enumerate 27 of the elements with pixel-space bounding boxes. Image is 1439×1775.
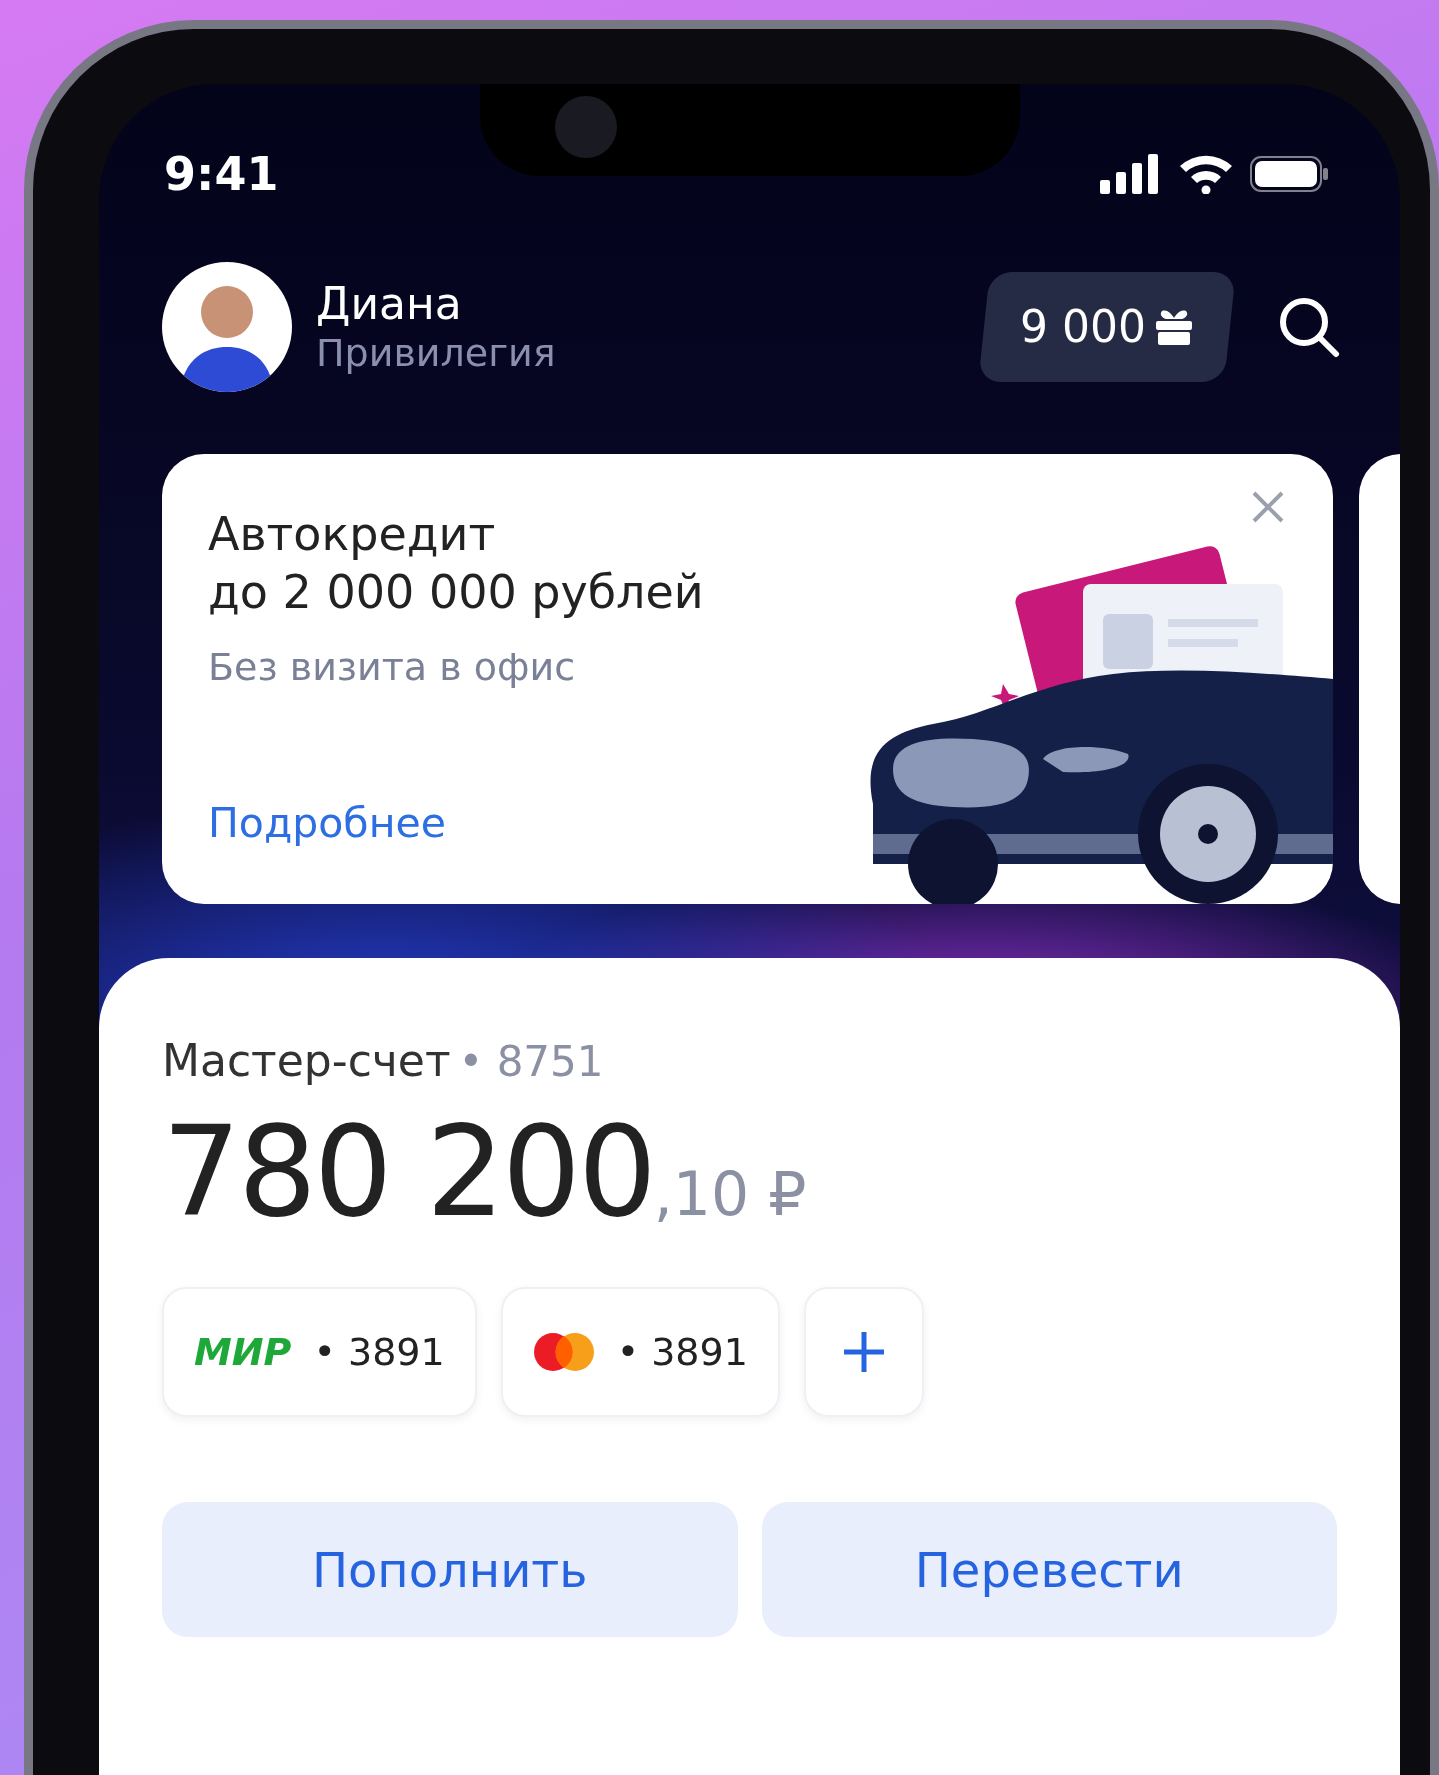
promo-note: Без визита в офис [208,644,577,691]
promo-title: Автокредит [208,506,497,563]
account-name: Мастер-счет [162,1034,451,1088]
card-logo-icon [532,1332,595,1372]
payment-card[interactable]: • 3891 [500,1287,780,1417]
card-number: • 3891 [313,1328,445,1376]
user-name: Диана [316,277,462,331]
balance-amount: 780 200 [162,1110,654,1234]
search-icon[interactable] [1278,296,1340,358]
action-button[interactable]: Перевести [761,1502,1337,1637]
promo-subtitle: до 2 000 000 рублей [208,563,705,621]
battery-icon [1250,154,1330,194]
account-number: • 8751 [458,1036,604,1088]
wifi-icon [1178,154,1234,194]
card-logo: МИР [194,1328,292,1376]
gift-icon [1154,309,1194,345]
action-button[interactable]: Пополнить [162,1502,738,1637]
status-time: 9:41 [164,145,279,203]
bonus-amount: 9 000 [1020,300,1146,354]
close-icon[interactable] [1251,490,1285,524]
membership-label: Привилегия [316,330,556,377]
card-number: • 3891 [616,1328,748,1376]
details-link[interactable]: Подробнее [208,792,853,854]
balance-fraction: ,10 ₽ [653,1158,807,1231]
plus-icon [841,1330,886,1374]
promo-card[interactable]: Автокредит до 2 000 000 рублей Без визита в офис Подробнее [162,454,1333,904]
payment-card[interactable]: МИР • 3891 [162,1287,477,1417]
